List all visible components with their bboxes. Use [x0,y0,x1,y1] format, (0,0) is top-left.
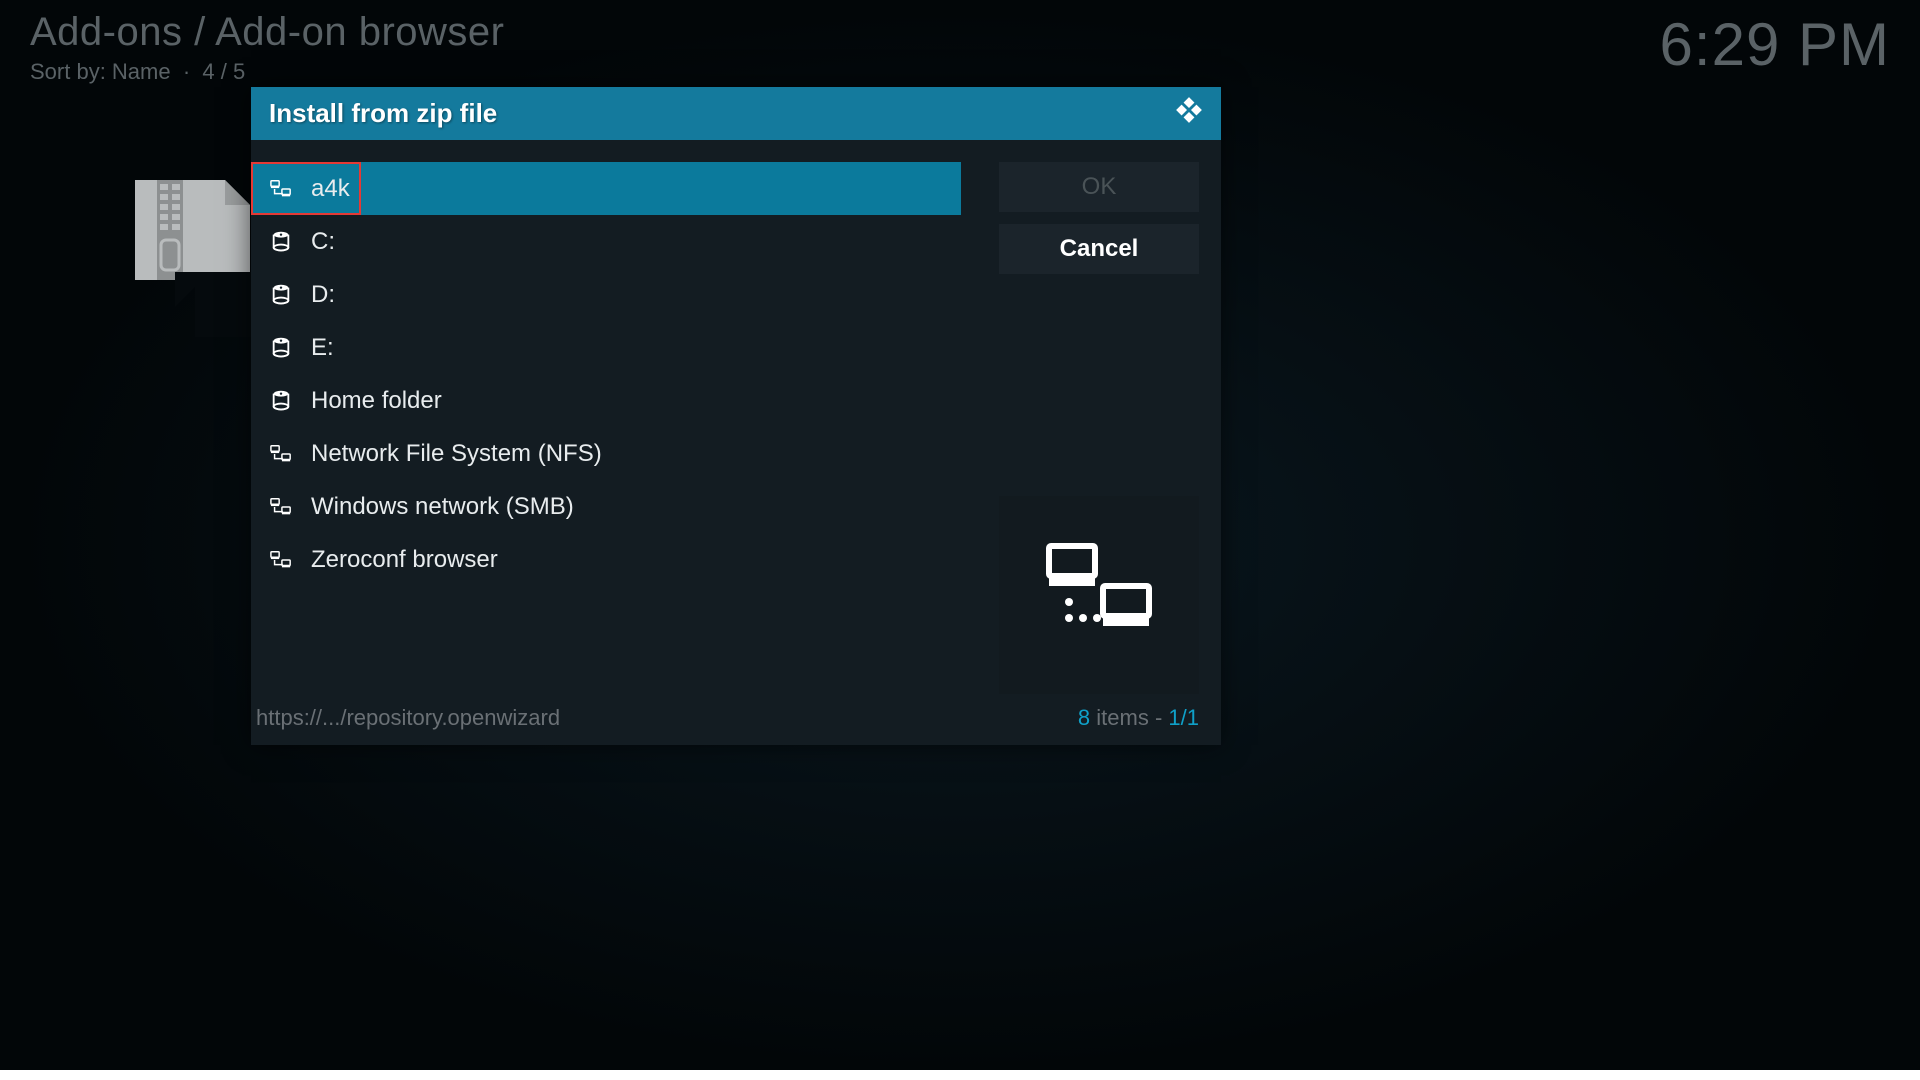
header-left: Add-ons / Add-on browser Sort by: Name ·… [30,10,504,85]
list-item[interactable]: E: [251,321,961,374]
file-list: a4k C: D: E: Home folder Network File System … [251,162,961,694]
preview-panel [999,496,1199,694]
list-item-label: E: [311,334,334,362]
network-icon [269,548,293,572]
list-item[interactable]: Network File System (NFS) [251,427,961,480]
drive-icon [269,389,293,413]
list-item-label: D: [311,281,335,309]
footer-path: https://.../repository.openwizard [256,705,560,731]
network-share-icon [1039,540,1159,650]
breadcrumb: Add-ons / Add-on browser [30,10,504,55]
drive-icon [269,336,293,360]
dialog-header: Install from zip file [251,87,1221,140]
list-item-label: Windows network (SMB) [311,493,574,521]
network-icon [269,442,293,466]
list-item[interactable]: Home folder [251,374,961,427]
dialog-footer: https://.../repository.openwizard 8 item… [251,699,1221,745]
install-zip-dialog: Install from zip file a4k C: D: E: Home fold… [251,87,1221,745]
ok-button[interactable]: OK [999,162,1199,212]
list-item-label: C: [311,228,335,256]
list-item-label: a4k [311,175,350,203]
dialog-title: Install from zip file [269,98,497,129]
dialog-body: a4k C: D: E: Home folder Network File System … [251,140,1221,699]
dialog-buttons: OK Cancel [999,162,1199,286]
footer-count: 8 items - 1/1 [1078,705,1199,731]
footer-page: 1/1 [1168,705,1199,730]
list-item[interactable]: Windows network (SMB) [251,480,961,533]
network-icon [269,495,293,519]
drive-icon [269,283,293,307]
sort-sep: · [183,59,190,84]
cancel-button[interactable]: Cancel [999,224,1199,274]
kodi-logo-icon [1175,97,1203,130]
sort-line: Sort by: Name · 4 / 5 [30,59,504,85]
sort-position: 4 / 5 [202,59,245,84]
drive-icon [269,230,293,254]
header: Add-ons / Add-on browser Sort by: Name ·… [30,10,1890,85]
list-item[interactable]: D: [251,268,961,321]
list-item[interactable]: a4k [251,162,961,215]
list-item[interactable]: C: [251,215,961,268]
list-item-label: Home folder [311,387,442,415]
footer-count-num: 8 [1078,705,1090,730]
list-item[interactable]: Zeroconf browser [251,533,961,586]
bottom-bar [0,1070,1920,1080]
list-item-label: Network File System (NFS) [311,440,602,468]
footer-count-text: items - [1090,705,1168,730]
clock: 6:29 PM [1660,10,1890,79]
sort-label: Sort by: Name [30,59,171,84]
dialog-right-column: OK Cancel [999,162,1199,694]
network-icon [269,177,293,201]
list-item-label: Zeroconf browser [311,546,498,574]
